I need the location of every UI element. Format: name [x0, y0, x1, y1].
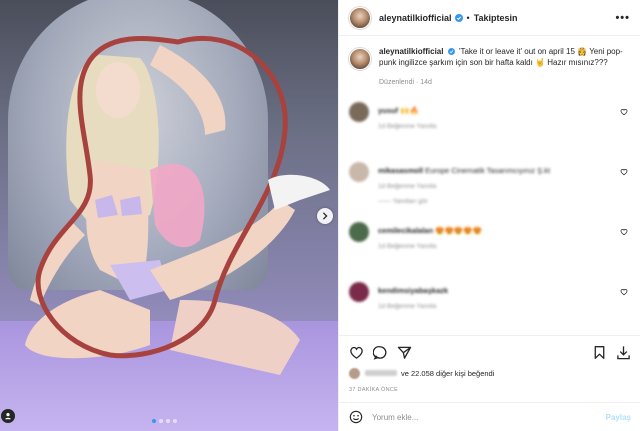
- comment-avatar[interactable]: [349, 162, 369, 182]
- comment-item: yusuf 🙌🔥 1d Beğenme Yanıtla: [349, 102, 630, 162]
- comment-avatar[interactable]: [349, 282, 369, 302]
- user-icon: [5, 413, 11, 420]
- comment-text: kendimsiyabaşkazk 1d Beğenme Yanıtla: [378, 282, 448, 342]
- like-heart-icon[interactable]: [349, 345, 364, 360]
- more-options-button[interactable]: •••: [615, 12, 630, 24]
- post-photo-figure: [25, 35, 330, 375]
- carousel-dot: [152, 419, 156, 423]
- comment-avatar[interactable]: [349, 102, 369, 122]
- post-actions: ve 22.058 diğer kişi beğendi 37 DAKİKA Ö…: [339, 335, 640, 393]
- comment-meta: 1d Beğenme Yanıtla: [378, 243, 437, 250]
- emoji-icon[interactable]: [349, 410, 363, 424]
- comment-username[interactable]: kendimsiyabaşkazk: [378, 286, 448, 295]
- comment-input[interactable]: [372, 412, 606, 422]
- view-replies-link[interactable]: —— Yanıtları gör: [378, 198, 550, 205]
- like-comment-heart-icon[interactable]: [620, 168, 628, 176]
- comment-text: yusuf 🙌🔥 1d Beğenme Yanıtla: [378, 102, 436, 162]
- comment-avatar[interactable]: [349, 222, 369, 242]
- collection-bookmark-icon[interactable]: [592, 345, 607, 360]
- liker-name: [365, 370, 397, 376]
- likes-summary[interactable]: ve 22.058 diğer kişi beğendi: [349, 366, 631, 380]
- comment-body: Europe Cinematik Tasarımcıyınız Ş.kt: [425, 166, 551, 175]
- author-avatar[interactable]: [349, 6, 371, 29]
- author-username[interactable]: aleynatilkiofficial: [379, 13, 452, 23]
- caption-body: aleynatilkiofficial 'Take it or leave it…: [379, 46, 627, 88]
- comment-item: kendimsiyabaşkazk 1d Beğenme Yanıtla: [349, 282, 630, 342]
- carousel-dot: [159, 419, 163, 423]
- like-comment-heart-icon[interactable]: [620, 228, 628, 236]
- share-send-icon[interactable]: [397, 345, 412, 360]
- like-comment-heart-icon[interactable]: [620, 108, 628, 116]
- caption-meta: Düzenlendi · 14d: [379, 79, 432, 86]
- comment-meta: 1d Beğenme Yanıtla: [378, 183, 437, 190]
- tagged-users-button[interactable]: [1, 409, 15, 423]
- chevron-right-icon: [322, 212, 328, 220]
- comment-username[interactable]: cemilecikalalan: [378, 226, 433, 235]
- post-side-panel: aleynatilkiofficial • Takiptesin ••• ale…: [338, 0, 640, 431]
- post-caption: aleynatilkiofficial 'Take it or leave it…: [339, 36, 640, 88]
- add-comment-bar: Paylaş: [339, 402, 640, 431]
- comment-meta: 1d Beğenme Yanıtla: [378, 303, 437, 310]
- post-comment-button[interactable]: Paylaş: [606, 413, 631, 422]
- liker-avatar: [349, 367, 360, 379]
- post-media[interactable]: [0, 0, 338, 431]
- action-bar-right: [583, 345, 631, 360]
- comment-meta: 1d Beğenme Yanıtla: [378, 123, 437, 130]
- post-timestamp[interactable]: 37 DAKİKA ÖNCE: [349, 387, 631, 393]
- comment-username[interactable]: yusuf: [378, 106, 398, 115]
- next-media-button[interactable]: [317, 208, 333, 224]
- comment-bubble-icon[interactable]: [373, 345, 388, 360]
- comment-body: 🙌🔥: [400, 106, 419, 115]
- comments-list: yusuf 🙌🔥 1d Beğenme Yanıtla mikasasmoll …: [339, 102, 640, 342]
- comment-item: mikasasmoll Europe Cinematik Tasarımcıyı…: [349, 162, 630, 222]
- comment-body: 😍😍😍😍😍: [435, 226, 482, 235]
- like-comment-heart-icon[interactable]: [620, 288, 628, 296]
- carousel-dot: [173, 419, 177, 423]
- caption-avatar[interactable]: [349, 48, 371, 70]
- comment-username[interactable]: mikasasmoll: [378, 166, 423, 175]
- download-icon[interactable]: [616, 345, 631, 360]
- carousel-indicator: [152, 419, 177, 423]
- post-header: aleynatilkiofficial • Takiptesin •••: [339, 0, 640, 36]
- header-separator: •: [466, 12, 470, 23]
- following-button[interactable]: Takiptesin: [474, 13, 518, 23]
- verified-badge-icon: [454, 13, 463, 22]
- likes-count: ve 22.058 diğer kişi beğendi: [401, 368, 495, 378]
- comment-item: cemilecikalalan 😍😍😍😍😍 1d Beğenme Yanıtla: [349, 222, 630, 282]
- comment-text: cemilecikalalan 😍😍😍😍😍 1d Beğenme Yanıtla: [378, 222, 482, 282]
- carousel-dot: [166, 419, 170, 423]
- verified-badge-icon: [447, 48, 455, 56]
- comment-text: mikasasmoll Europe Cinematik Tasarımcıyı…: [378, 162, 550, 222]
- action-bar: [349, 341, 631, 363]
- caption-username[interactable]: aleynatilkiofficial: [379, 47, 443, 56]
